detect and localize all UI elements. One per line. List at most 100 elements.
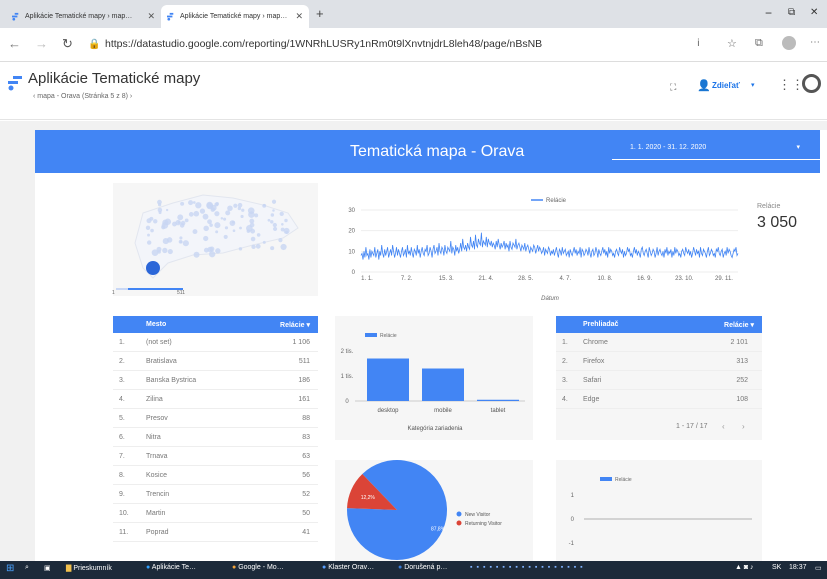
device-bar-chart[interactable]: Relácie 0 1 tis. 2 tis. desktop mobile tablet K…: [335, 316, 533, 440]
row-label: Firefox: [583, 357, 605, 365]
favorite-star-icon[interactable]: ☆: [727, 37, 737, 50]
map-bubble: [262, 203, 267, 208]
map-bubble: [180, 220, 186, 226]
fullscreen-icon[interactable]: ⛶: [670, 82, 676, 93]
page-breadcrumb[interactable]: ‹ mapa - Orava (Stránka 5 z 8) ›: [33, 93, 132, 100]
window-close-button[interactable]: ✕: [810, 7, 818, 18]
visitor-pie-chart[interactable]: 87,8% New Visitor 12,2% Returning Visitor: [335, 460, 533, 561]
share-dropdown-icon[interactable]: ▾: [751, 81, 755, 89]
prev-page-icon[interactable]: ‹: [722, 422, 725, 431]
taskbar-explorer[interactable]: ▇ Prieskumník: [66, 564, 112, 572]
clock[interactable]: 18:37: [789, 564, 807, 571]
y-tick-label: 1 tis.: [341, 374, 354, 380]
search-icon[interactable]: ⌕: [25, 564, 29, 572]
map-bubble: [237, 206, 242, 211]
next-page-icon[interactable]: ›: [742, 422, 745, 431]
map-bubble: [192, 229, 198, 235]
table-row[interactable]: 10. Martin 50: [113, 504, 318, 523]
more-menu-icon[interactable]: ⋯: [810, 37, 820, 48]
tab-close-icon[interactable]: ✕: [295, 11, 303, 22]
map-bubble: [164, 218, 172, 226]
task-view-icon[interactable]: ▣: [44, 564, 51, 572]
table-row[interactable]: 2. Bratislava 511: [113, 352, 318, 371]
row-index: 4.: [119, 395, 125, 403]
back-icon[interactable]: ←: [8, 36, 21, 51]
time-series-chart[interactable]: 0 10 20 30 1. 1. 7. 2. 15. 3. 21. 4. 28. 5. 4. 7.…: [333, 188, 743, 306]
add-person-icon[interactable]: 👤: [697, 79, 711, 92]
apps-grid-icon[interactable]: ⋮⋮: [778, 77, 804, 93]
taskbar-app-4[interactable]: ● Dorušená p…: [398, 564, 447, 571]
report-title[interactable]: Aplikácie Tematické mapy: [28, 70, 200, 87]
map-bubble: [192, 201, 196, 204]
taskbar-app-3[interactable]: ● Klaster Orav…: [322, 564, 374, 571]
row-value: 88: [302, 414, 310, 422]
new-tab-button[interactable]: +: [316, 6, 324, 21]
table-row[interactable]: 9. Trencin 52: [113, 485, 318, 504]
map-legend-bar-high: [128, 288, 183, 290]
notifications-icon[interactable]: ▭: [815, 564, 822, 572]
map-bubble: [285, 230, 289, 234]
map-bubble: [238, 247, 243, 251]
browser-tab-1[interactable]: Aplikácie Tematické mapy › map… ✕: [6, 5, 161, 28]
pagination-label: 1 - 17 / 17: [676, 423, 708, 430]
pinned-apps-icons[interactable]: ▪▪▪▪▪▪▪▪▪▪▪▪▪▪▪▪▪▪: [470, 564, 587, 571]
x-tick-label: 7. 2.: [401, 276, 413, 282]
map-bubble: [220, 217, 224, 220]
table-row[interactable]: 4. Zilina 161: [113, 390, 318, 409]
taskbar-app-1[interactable]: ● Aplikácie Te…: [146, 564, 196, 571]
tray-icons[interactable]: ▲ ◙ ♪: [735, 564, 754, 571]
col-header-mesto[interactable]: Mesto: [146, 321, 166, 328]
table-row[interactable]: 7. Trnava 63: [113, 447, 318, 466]
folder-icon: ▇: [66, 565, 72, 572]
tab-close-icon[interactable]: ✕: [147, 11, 155, 22]
row-index: 8.: [119, 471, 125, 479]
taskbar-app-2[interactable]: ● Google - Mo…: [232, 564, 284, 571]
refresh-icon[interactable]: ↻: [62, 36, 73, 52]
col-header-prehliadac[interactable]: Prehliadač: [583, 321, 618, 328]
row-index: 6.: [119, 433, 125, 441]
table-row[interactable]: 3. Banska Bystrica 186: [113, 371, 318, 390]
city-table[interactable]: Mesto Relácie ▾ 1. (not set) 1 106 2. Bratis…: [113, 316, 318, 562]
minimize-button[interactable]: −: [765, 6, 772, 20]
forward-icon[interactable]: →: [35, 36, 48, 51]
col-header-relacie[interactable]: Relácie ▾: [280, 321, 310, 329]
map-bubble: [214, 222, 221, 229]
table-row[interactable]: 4. Edge 108: [556, 390, 762, 409]
map-bubble: [233, 203, 238, 208]
datastudio-favicon-icon: [167, 12, 176, 21]
table-row[interactable]: 1. Chrome 2 101: [556, 333, 762, 352]
map-bubble: [215, 230, 219, 234]
table-row[interactable]: 6. Nitra 83: [113, 428, 318, 447]
table-row[interactable]: 3. Safari 252: [556, 371, 762, 390]
empty-line-chart[interactable]: Relácie 1 0 -1: [556, 460, 762, 561]
share-button[interactable]: Zdieľať: [712, 81, 740, 90]
map-bubble: [150, 228, 154, 233]
account-icon[interactable]: [802, 74, 821, 93]
row-index: 10.: [119, 509, 129, 517]
map-bubble: [177, 221, 181, 224]
date-range-selector[interactable]: 1. 1. 2020 - 31. 12. 2020 ▾: [612, 137, 820, 160]
table-row[interactable]: 5. Presov 88: [113, 409, 318, 428]
profile-avatar[interactable]: [782, 36, 796, 50]
windows-start-icon[interactable]: ⊞: [6, 563, 14, 574]
restore-button[interactable]: ⧉: [788, 7, 795, 18]
map-bubble: [214, 211, 220, 217]
geo-map-chart[interactable]: [113, 183, 318, 296]
table-row[interactable]: 2. Firefox 313: [556, 352, 762, 371]
chevron-right-icon[interactable]: ›: [128, 93, 132, 100]
legend-label: Returning Visitor: [465, 521, 502, 527]
collections-icon[interactable]: ⧉: [755, 37, 763, 50]
table-row[interactable]: 8. Kosice 56: [113, 466, 318, 485]
browser-table[interactable]: Prehliadač Relácie ▾ 1. Chrome 2 101 2. Fire…: [556, 316, 762, 440]
bar-chart-svg: Relácie 0 1 tis. 2 tis. desktop mobile tablet K…: [341, 333, 525, 432]
language-indicator[interactable]: SK: [772, 564, 781, 571]
browser-tab-2[interactable]: Aplikácie Tematické mapy › map… ✕: [161, 5, 309, 28]
pie-slice-label: 87,8%: [431, 526, 446, 532]
url-field[interactable]: https://datastudio.google.com/reporting/…: [105, 38, 542, 50]
reader-icon[interactable]: ⅰ: [697, 38, 700, 49]
table-row[interactable]: 11. Poprad 41: [113, 523, 318, 542]
table-row[interactable]: 1. (not set) 1 106: [113, 333, 318, 352]
col-header-relacie[interactable]: Relácie ▾: [724, 321, 754, 329]
datastudio-logo-icon[interactable]: [8, 74, 24, 97]
row-value: 83: [302, 433, 310, 441]
